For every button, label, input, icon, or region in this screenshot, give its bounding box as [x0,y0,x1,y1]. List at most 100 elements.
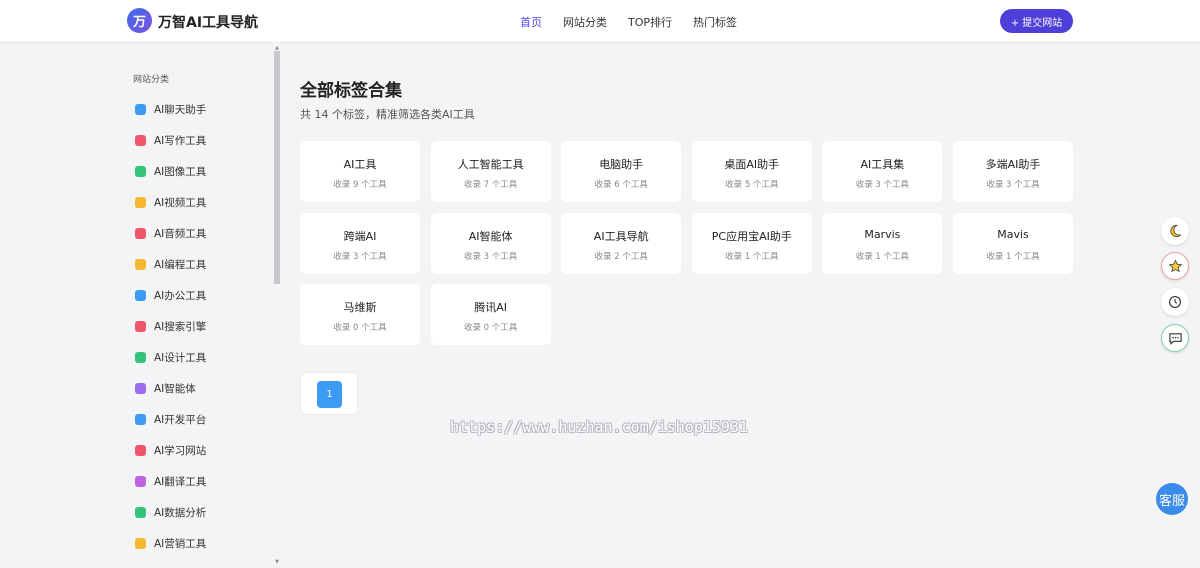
tag-name: Marvis [864,227,901,241]
tag-card[interactable]: PC应用宝AI助手 收录 1 个工具 [691,212,812,274]
design-icon [135,352,146,363]
sidebar-item[interactable]: AI图像工具 [122,156,272,187]
sidebar-item-label: AI智能体 [154,383,196,395]
tag-count: 收录 0 个工具 [333,323,387,333]
tag-count: 收录 3 个工具 [333,251,387,262]
tag-name: 跨端AI [343,229,377,243]
scroll-down-icon[interactable]: ▼ [274,559,280,565]
main-nav: 首页 网站分类 TOP排行 热门标签 [520,14,737,30]
tag-card[interactable]: Marvis 收录 1 个工具 [822,212,943,274]
data-icon [135,507,146,518]
tag-count: 收录 5 个工具 [725,180,779,190]
tag-card[interactable]: 电脑助手 收录 6 个工具 [561,141,682,202]
tag-name: 多端AI助手 [985,158,1041,171]
tag-count: 收录 3 个工具 [986,180,1040,190]
sidebar-item-label: AI写作工具 [154,135,207,147]
sidebar-item[interactable]: AI数据分析 [122,497,272,528]
tag-card[interactable]: 多端AI助手 收录 3 个工具 [953,141,1073,202]
tag-name: AI工具 [343,158,377,171]
sidebar-item[interactable]: AI开发平台 [122,404,272,435]
page-title: 全部标签合集 [300,81,402,101]
tag-card[interactable]: AI工具收录 9 个工具 [300,141,420,202]
tag-name: AI智能体 [468,229,513,243]
sidebar-item[interactable]: AI音频工具 [122,218,272,249]
tag-count: 收录 1 个工具 [725,251,779,262]
watermark-text: https://www.huzhan.com/ishop15931 [450,418,749,436]
sidebar-item-label: AI视频工具 [154,197,207,209]
sidebar-item-label: AI聊天助手 [154,104,207,116]
marketing-icon [135,538,146,549]
sidebar-item[interactable]: AI设计工具 [122,342,272,373]
dark-mode-button[interactable] [1161,217,1189,245]
comment-icon [1168,332,1182,345]
tag-count: 收录 2 个工具 [594,251,648,262]
sidebar-item-label: AI翻译工具 [154,476,207,488]
sidebar-scroll-thumb[interactable] [274,51,280,284]
tag-name: AI工具导航 [593,229,649,243]
tag-card[interactable]: 腾讯AI 收录 0 个工具 [430,284,551,345]
clock-icon [1169,296,1181,308]
nav-categories[interactable]: 网站分类 [563,14,607,30]
feedback-button[interactable] [1161,324,1189,352]
submit-site-button[interactable]: + 提交网站 [1000,9,1073,33]
chat-icon [135,104,146,115]
sidebar-item-label: AI数据分析 [154,507,207,519]
sidebar-item-label: AI办公工具 [154,290,207,302]
tag-name: AI工具集 [860,158,905,171]
sidebar-item[interactable]: AI教育工具 [122,559,272,568]
sidebar-item[interactable]: AI搜索引擎 [122,311,272,342]
site-name[interactable]: 万智AI工具导航 [158,12,258,32]
tag-name: Mavis [997,227,1029,241]
sidebar-item[interactable]: AI智能体 [122,373,272,404]
category-sidebar: 网站分类 AI聊天助手 AI写作工具 AI图像工具 AI视频工具 AI音频工具 AI编程工… [122,43,282,568]
nav-top-ranking[interactable]: TOP排行 [628,14,672,30]
tag-count: 收录 3 个工具 [855,180,910,190]
top-header: 万 万智AI工具导航 首页 网站分类 TOP排行 热门标签 + 提交网站 [0,0,1200,43]
site-logo[interactable]: 万 [127,8,152,33]
tag-card[interactable]: 桌面AI助手 收录 5 个工具 [691,141,812,202]
sidebar-item-label: AI编程工具 [154,259,207,271]
tag-count: 收录 3 个工具 [463,251,518,262]
sidebar-item[interactable]: AI聊天助手 [122,94,272,125]
tag-card[interactable]: 马维斯 收录 0 个工具 [300,284,420,345]
tag-card[interactable]: 跨端AI 收录 3 个工具 [300,212,420,274]
page-button-current[interactable]: 1 [317,381,342,408]
sidebar-title: 网站分类 [133,75,170,85]
sidebar-item[interactable]: AI营销工具 [122,528,272,559]
nav-hot-tags[interactable]: 热门标签 [693,14,737,30]
search-icon [135,321,146,332]
agent-icon [135,383,146,394]
tag-count: 收录 9 个工具 [333,180,387,190]
tag-card[interactable]: AI工具集收录 3 个工具 [822,141,943,202]
sidebar-item-label: AI学习网站 [154,445,207,457]
tag-count: 收录 7 个工具 [463,180,518,190]
sidebar-scrollbar[interactable]: ▲ ▼ [274,45,280,565]
favorite-button[interactable] [1161,252,1189,280]
sidebar-item-label: AI开发平台 [154,414,207,426]
tag-name: 人工智能工具 [457,158,524,171]
tag-card[interactable]: AI智能体收录 3 个工具 [430,212,551,274]
tag-name: PC应用宝AI助手 [711,229,792,243]
tag-count: 收录 1 个工具 [986,251,1040,262]
sidebar-item[interactable]: AI写作工具 [122,125,272,156]
history-button[interactable] [1161,288,1189,316]
customer-service-button[interactable]: 客服 [1156,483,1188,515]
nav-home[interactable]: 首页 [520,14,542,30]
sidebar-item[interactable]: AI视频工具 [122,187,272,218]
star-icon [1168,259,1182,272]
sidebar-item-label: AI营销工具 [154,538,207,550]
tag-card[interactable]: Mavis 收录 1 个工具 [953,212,1073,274]
code-icon [135,259,146,270]
sidebar-item[interactable]: AI编程工具 [122,249,272,280]
sidebar-item-label: AI设计工具 [154,352,207,364]
tag-count: 收录 6 个工具 [594,180,648,190]
pagination: 1 [300,372,358,415]
sidebar-list: AI聊天助手 AI写作工具 AI图像工具 AI视频工具 AI音频工具 AI编程工具 AI办公… [122,94,272,568]
image-icon [135,166,146,177]
tag-card[interactable]: 人工智能工具 收录 7 个工具 [430,141,551,202]
tag-card[interactable]: AI工具导航 收录 2 个工具 [561,212,682,274]
office-icon [135,290,146,301]
sidebar-item[interactable]: AI办公工具 [122,280,272,311]
sidebar-item[interactable]: AI学习网站 [122,435,272,466]
sidebar-item[interactable]: AI翻译工具 [122,466,272,497]
